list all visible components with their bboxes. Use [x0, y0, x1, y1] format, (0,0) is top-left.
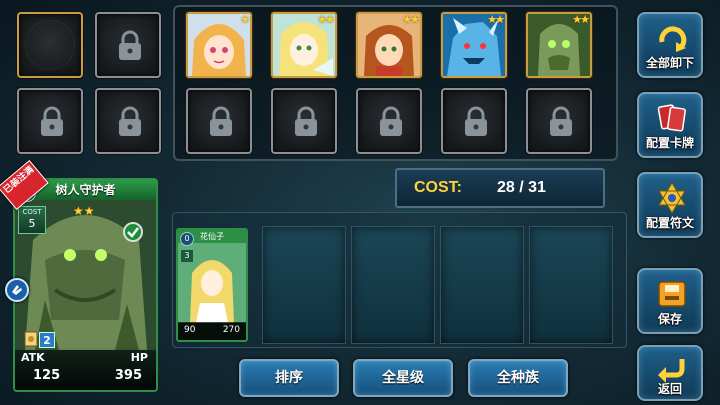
hero-slot-locked[interactable]: [271, 88, 337, 154]
save-label: 保存: [657, 312, 682, 326]
rune-slot-panel: [5, 5, 171, 161]
deck-card-slot-empty[interactable]: [351, 226, 435, 344]
featured-card-cost-box: COST 5: [18, 206, 46, 234]
deck-card-slot-empty[interactable]: [529, 226, 613, 344]
star-rating: ★★: [317, 13, 335, 26]
featured-card-hp: 395: [114, 368, 142, 383]
rune-slot-locked[interactable]: [95, 12, 161, 78]
lock-icon: [119, 30, 141, 60]
featured-card-badge: 2: [39, 332, 55, 348]
config-cards-label: 配置卡牌: [645, 136, 694, 150]
hero-portrait-fairy[interactable]: ★★: [271, 12, 337, 78]
cost-bar: COST: 28 / 31: [395, 168, 605, 208]
card-cost: 3: [181, 250, 193, 262]
deck-card-slot-empty[interactable]: [262, 226, 346, 344]
atk-label: ATK: [21, 351, 45, 364]
card-atk: 90: [184, 325, 196, 335]
back-button[interactable]: 返回: [637, 345, 703, 401]
lock-icon: [119, 106, 141, 136]
hero-slot-locked[interactable]: [526, 88, 592, 154]
featured-card-cost: 5: [28, 217, 36, 230]
save-box-icon: [658, 281, 686, 307]
config-runes-button[interactable]: 配置符文: [637, 172, 703, 238]
lock-icon: [550, 106, 572, 136]
hero-slot-locked[interactable]: [356, 88, 422, 154]
lock-icon: [380, 106, 402, 136]
unload-all-button[interactable]: 全部卸下: [637, 12, 703, 78]
cards-icon: [657, 104, 686, 132]
config-runes-label: 配置符文: [645, 216, 694, 230]
sort-button[interactable]: 排序: [239, 359, 339, 397]
hero-portrait-elf-girl[interactable]: ★: [186, 12, 252, 78]
card-hp: 270: [222, 325, 240, 335]
star-rune-icon: [658, 182, 686, 214]
unload-all-label: 全部卸下: [645, 56, 694, 70]
config-cards-button[interactable]: 配置卡牌: [637, 92, 703, 158]
rune-slot-open[interactable]: [17, 12, 83, 78]
hero-portrait-warrior-girl[interactable]: ★★: [356, 12, 422, 78]
card-stats-bar: 90 270: [178, 322, 246, 340]
hero-portrait-treant[interactable]: ★★: [526, 12, 592, 78]
deck-card-fairy[interactable]: 花仙子 0 3 90 270: [176, 228, 248, 342]
featured-card-cost-label: COST: [22, 208, 42, 216]
hero-slot-locked[interactable]: [441, 88, 507, 154]
selected-check-icon: [123, 222, 143, 242]
featured-card-stars: ★★: [73, 204, 95, 218]
rune-slot-locked[interactable]: [17, 88, 83, 154]
save-button[interactable]: 保存: [637, 268, 703, 334]
star-rating: ★★: [402, 13, 420, 26]
deck-card-slot-empty[interactable]: [440, 226, 524, 344]
star-rating: ★: [240, 13, 250, 26]
rune-slot-locked[interactable]: [95, 88, 161, 154]
featured-card-atk: 125: [33, 368, 61, 383]
lock-icon: [465, 106, 487, 136]
card-level-badge: 0: [180, 232, 194, 246]
lock-icon: [295, 106, 317, 136]
back-label: 返回: [657, 382, 682, 396]
hp-label: HP: [130, 351, 148, 364]
all-stars-filter-button[interactable]: 全星级: [353, 359, 453, 397]
cost-label: COST:: [414, 179, 462, 196]
lock-icon: [210, 106, 232, 136]
star-rating: ★★: [572, 13, 590, 26]
card-detail-toggle[interactable]: [5, 278, 29, 302]
rotate-arrow-icon: [659, 26, 687, 52]
cost-value: 28 / 31: [497, 179, 546, 196]
featured-card[interactable]: 树人守护者 0 COST 5 ★★ 2 ATK HP 125 395: [13, 178, 158, 392]
star-rating: ★★: [487, 13, 505, 26]
hero-portrait-ice-beast[interactable]: ★★: [441, 12, 507, 78]
hand-icon: [12, 285, 22, 295]
lock-icon: [41, 106, 63, 136]
all-races-filter-button[interactable]: 全种族: [468, 359, 568, 397]
hero-slot-locked[interactable]: [186, 88, 252, 154]
